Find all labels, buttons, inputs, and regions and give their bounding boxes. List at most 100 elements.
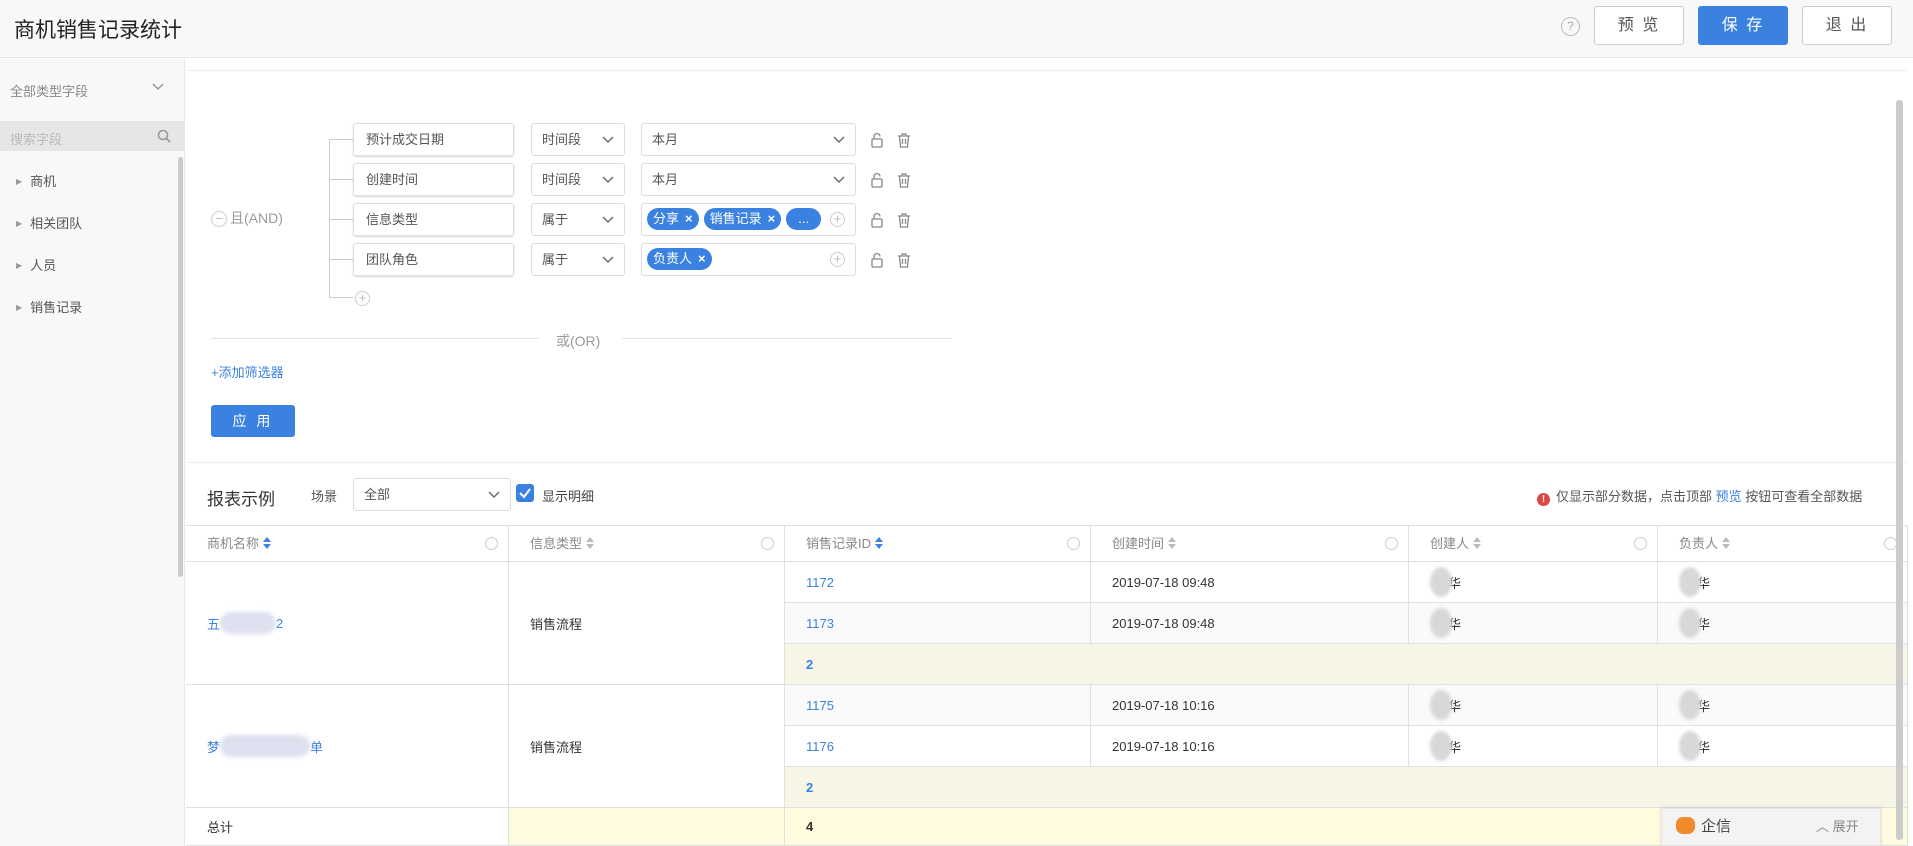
sidebar-item-opportunity[interactable]: ▶ 商机 — [16, 171, 56, 190]
preview-link[interactable]: 预览 — [1716, 489, 1742, 504]
preview-button[interactable]: 预 览 — [1594, 6, 1684, 45]
tree-connector — [329, 219, 353, 220]
filter-field-4[interactable]: 团队角色 — [353, 243, 514, 276]
add-condition-icon[interactable]: + — [355, 291, 370, 306]
filter-field-1[interactable]: 预计成交日期 — [353, 123, 514, 156]
unlock-icon[interactable] — [869, 252, 885, 268]
col-header-opportunity[interactable]: 商机名称 — [186, 525, 509, 562]
chevron-down-icon[interactable] — [152, 81, 164, 93]
page-title: 商机销售记录统计 — [14, 19, 182, 42]
filter-op-4[interactable]: 属于 — [531, 243, 625, 276]
avatar — [1679, 608, 1701, 638]
sidebar-item-people[interactable]: ▶ 人员 — [16, 255, 56, 274]
filter-op-1[interactable]: 时间段 — [531, 123, 625, 156]
sidebar-scrollbar[interactable] — [178, 157, 183, 577]
show-detail-checkbox[interactable] — [516, 484, 534, 502]
search-icon[interactable] — [157, 129, 171, 143]
field-type-filter[interactable]: 全部类型字段 — [10, 81, 88, 100]
tree-connector — [329, 297, 353, 298]
avatar — [1679, 731, 1701, 761]
chevron-down-icon — [602, 176, 614, 183]
filter-value-3[interactable]: 分享 × 销售记录 ×... + — [641, 203, 856, 236]
opportunity-name-cell[interactable]: 五2 — [186, 562, 509, 685]
opportunity-name-cell[interactable]: 梦单 — [186, 685, 509, 808]
sort-icon[interactable] — [1473, 537, 1482, 549]
creator-cell: 华 — [1409, 685, 1658, 726]
creator-cell: 华 — [1409, 726, 1658, 767]
field-search[interactable]: 搜索字段 — [0, 121, 185, 151]
col-header-info-type[interactable]: 信息类型 — [509, 525, 785, 562]
help-icon[interactable]: ? — [1561, 17, 1580, 36]
exit-button[interactable]: 退 出 — [1802, 6, 1892, 45]
trash-icon[interactable] — [896, 172, 912, 188]
sort-icon[interactable] — [875, 537, 884, 549]
tree-connector — [329, 259, 353, 260]
remove-tag-icon[interactable]: × — [768, 211, 776, 226]
sort-icon[interactable] — [1168, 537, 1177, 549]
created-time-cell: 2019-07-18 09:48 — [1091, 603, 1409, 644]
column-menu-icon[interactable] — [761, 537, 774, 550]
qixin-widget[interactable]: 企信 ︿ 展开 — [1661, 808, 1881, 846]
report-title: 报表示例 — [207, 490, 275, 509]
trash-icon[interactable] — [896, 252, 912, 268]
tag-owner[interactable]: 负责人 × — [647, 248, 712, 270]
tag-sales-record[interactable]: 销售记录 × — [703, 208, 782, 230]
tree-connector — [329, 179, 353, 180]
main-scrollbar[interactable] — [1896, 100, 1903, 840]
filter-value-4[interactable]: 负责人 × + — [641, 243, 856, 276]
filter-field-2[interactable]: 创建时间 — [353, 163, 514, 196]
column-menu-icon[interactable] — [1067, 537, 1080, 550]
column-menu-icon[interactable] — [1385, 537, 1398, 550]
record-id-link[interactable]: 1176 — [785, 726, 1091, 767]
subtotal-row: 2 — [785, 644, 1908, 685]
divider — [186, 70, 1908, 71]
add-value-icon[interactable]: + — [830, 212, 845, 227]
filter-value-1[interactable]: 本月 — [641, 123, 856, 156]
collapse-icon[interactable]: − — [211, 211, 227, 227]
caret-right-icon: ▶ — [16, 303, 23, 312]
filter-value-2[interactable]: 本月 — [641, 163, 856, 196]
scene-label: 场景 — [311, 489, 338, 504]
trash-icon[interactable] — [896, 212, 912, 228]
filter-field-3[interactable]: 信息类型 — [353, 203, 514, 236]
col-header-creator[interactable]: 创建人 — [1409, 525, 1658, 562]
record-id-link[interactable]: 1175 — [785, 685, 1091, 726]
tag-share[interactable]: 分享 × — [647, 208, 699, 230]
column-menu-icon[interactable] — [485, 537, 498, 550]
sort-icon[interactable] — [263, 537, 272, 549]
sidebar-item-sales-record[interactable]: ▶ 销售记录 — [16, 297, 82, 316]
owner-cell: 华 — [1658, 562, 1908, 603]
or-label[interactable]: 或(OR) — [556, 331, 600, 351]
unlock-icon[interactable] — [869, 172, 885, 188]
avatar — [1430, 567, 1452, 597]
col-header-created-time[interactable]: 创建时间 — [1091, 525, 1409, 562]
or-divider-right — [622, 338, 952, 339]
scene-select[interactable]: 全部 — [353, 478, 511, 511]
show-detail-label[interactable]: 显示明细 — [542, 486, 594, 505]
sort-icon[interactable] — [1722, 537, 1731, 549]
tag-more[interactable]: ... — [786, 208, 822, 230]
filter-op-2[interactable]: 时间段 — [531, 163, 625, 196]
add-filter-link[interactable]: +添加筛选器 — [211, 362, 284, 381]
and-group-label[interactable]: − 且(AND) — [211, 208, 283, 228]
expand-button[interactable]: ︿ 展开 — [1816, 816, 1859, 835]
filter-op-3[interactable]: 属于 — [531, 203, 625, 236]
sidebar-item-team[interactable]: ▶ 相关团队 — [16, 213, 82, 232]
unlock-icon[interactable] — [869, 132, 885, 148]
sort-icon[interactable] — [586, 537, 595, 549]
column-menu-icon[interactable] — [1634, 537, 1647, 550]
remove-tag-icon[interactable]: × — [685, 211, 693, 226]
trash-icon[interactable] — [896, 132, 912, 148]
redacted-text — [220, 612, 277, 634]
search-input[interactable]: 搜索字段 — [10, 129, 62, 148]
col-header-record-id[interactable]: 销售记录ID — [785, 525, 1091, 562]
add-value-icon[interactable]: + — [830, 252, 845, 267]
tree-connector — [329, 139, 353, 140]
save-button[interactable]: 保 存 — [1698, 6, 1788, 45]
remove-tag-icon[interactable]: × — [698, 251, 706, 266]
col-header-owner[interactable]: 负责人 — [1658, 525, 1908, 562]
apply-button[interactable]: 应 用 — [211, 405, 295, 437]
record-id-link[interactable]: 1172 — [785, 562, 1091, 603]
record-id-link[interactable]: 1173 — [785, 603, 1091, 644]
unlock-icon[interactable] — [869, 212, 885, 228]
